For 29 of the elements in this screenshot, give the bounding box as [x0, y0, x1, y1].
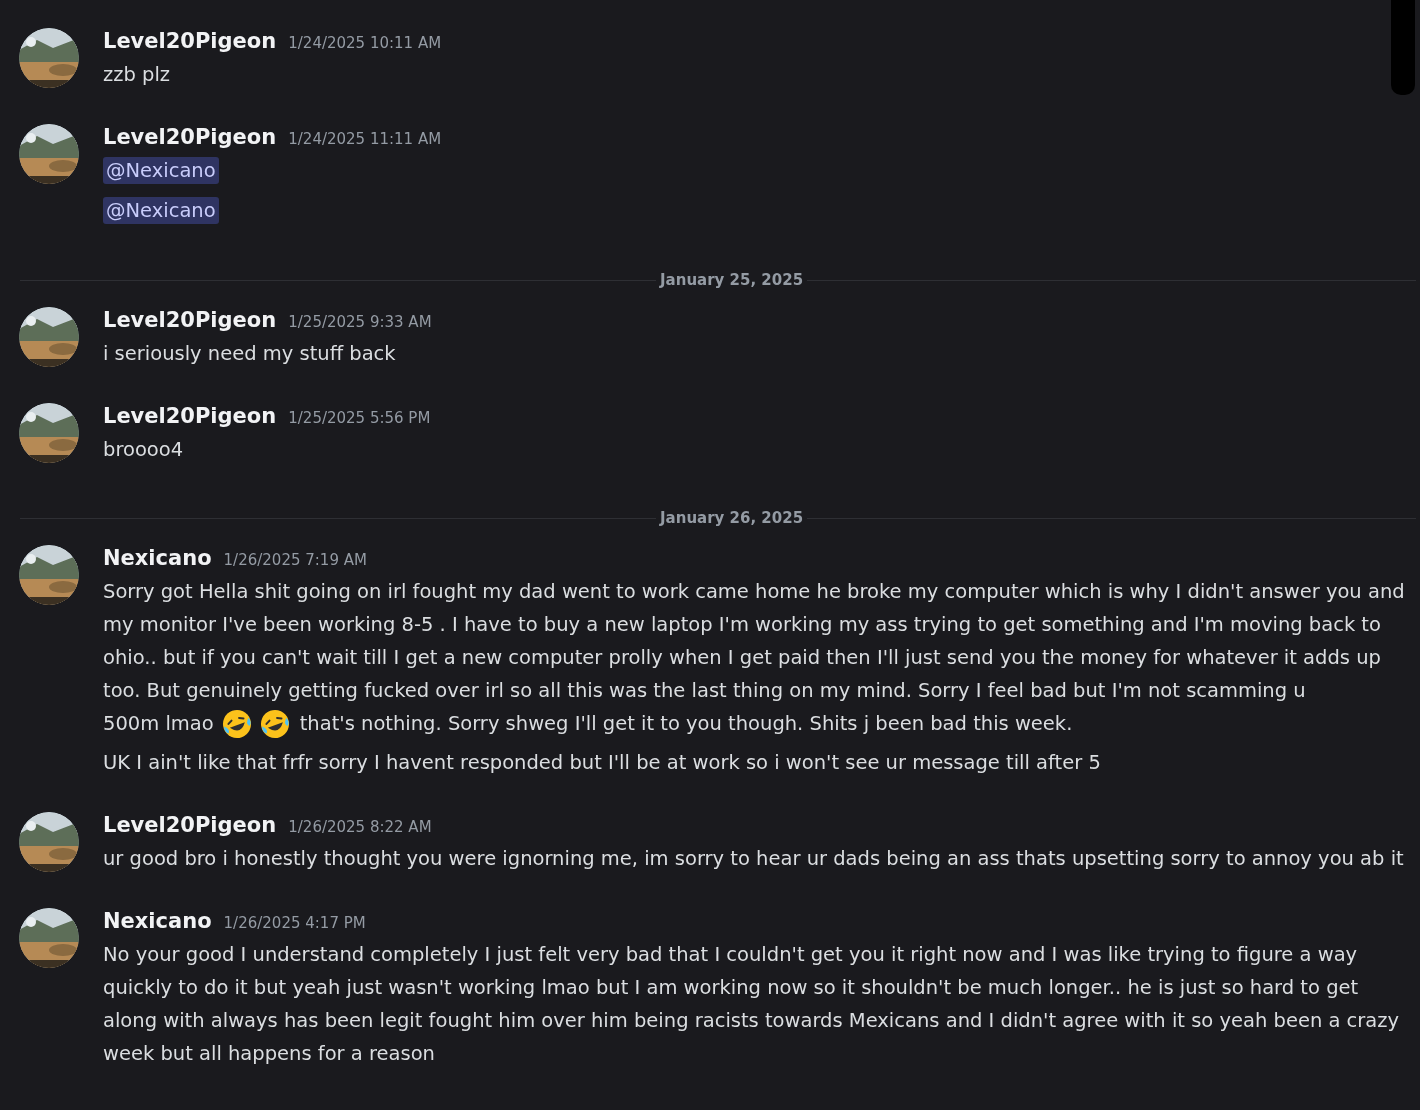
timestamp: 1/26/2025 8:22 AM — [288, 817, 432, 838]
username[interactable]: Level20Pigeon — [103, 121, 277, 154]
username[interactable]: Nexicano — [103, 905, 212, 938]
user-mention[interactable]: @Nexicano — [103, 157, 219, 184]
timestamp: 1/24/2025 11:11 AM — [288, 129, 442, 150]
message-text: ur good bro i honestly thought you were ignorning me, im sorry to hear ur dads being an ass thats upsetting sorry to annoy you ab it — [103, 846, 1405, 872]
username[interactable]: Level20Pigeon — [103, 25, 277, 58]
message-text: i seriously need my stuff back — [103, 341, 397, 367]
date-divider-label: January 26, 2025 — [658, 507, 805, 529]
message-text: 500m lmao — [103, 710, 214, 737]
message-text: UK I ain't like that frfr sorry I havent responded but I'll be at work so i won't see ur message till after 5 — [103, 750, 1102, 776]
timestamp: 1/25/2025 5:56 PM — [288, 408, 431, 429]
timestamp: 1/24/2025 10:11 AM — [288, 33, 442, 54]
username[interactable]: Nexicano — [103, 542, 212, 575]
username[interactable]: Level20Pigeon — [103, 809, 277, 842]
username[interactable]: Level20Pigeon — [103, 400, 277, 433]
timestamp: 1/25/2025 9:33 AM — [288, 312, 432, 333]
date-divider-label: January 25, 2025 — [658, 269, 805, 291]
user-mention[interactable]: @Nexicano — [103, 197, 219, 224]
timestamp: 1/26/2025 7:19 AM — [223, 550, 367, 571]
timestamp: 1/26/2025 4:17 PM — [223, 913, 366, 934]
message-text: that's nothing. Sorry shweg I'll get it to you though. Shits j been bad this week. — [299, 710, 1073, 737]
laughing-face-icon — [220, 707, 253, 740]
message-text: broooo4 — [103, 437, 185, 463]
username[interactable]: Level20Pigeon — [103, 304, 277, 337]
message-text: No your good I understand completely I just felt very bad that I couldn't get you it right now and I was like trying to figure a way quickly to do it but yeah just wasn't working lmao but I am working now so it shouldn't be much longer.. he is just so hard to get along with always has been legit fought him over him being racists towards Mexicans and I didn't agree with it so yeah been a crazy week but all happens for a reason — [103, 942, 1401, 1067]
laughing-face-icon — [258, 707, 291, 740]
scrollbar-thumb[interactable] — [1391, 0, 1415, 95]
message-text: zzb plz — [103, 62, 172, 88]
